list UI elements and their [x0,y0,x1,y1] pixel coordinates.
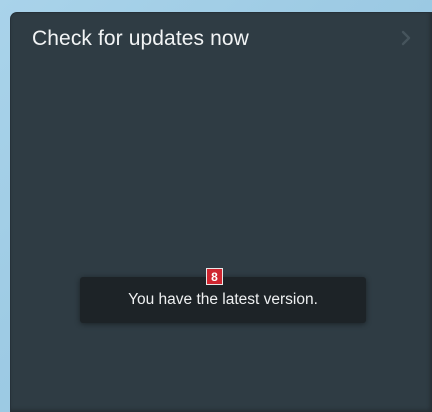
panel-title[interactable]: Check for updates now [32,27,249,51]
toast-message: You have the latest version. [128,291,318,308]
settings-panel: Check for updates now [11,13,432,412]
step-number-badge: 8 [206,268,223,285]
toast-notification: You have the latest version. [80,277,366,323]
chevron-right-icon[interactable] [398,29,414,47]
